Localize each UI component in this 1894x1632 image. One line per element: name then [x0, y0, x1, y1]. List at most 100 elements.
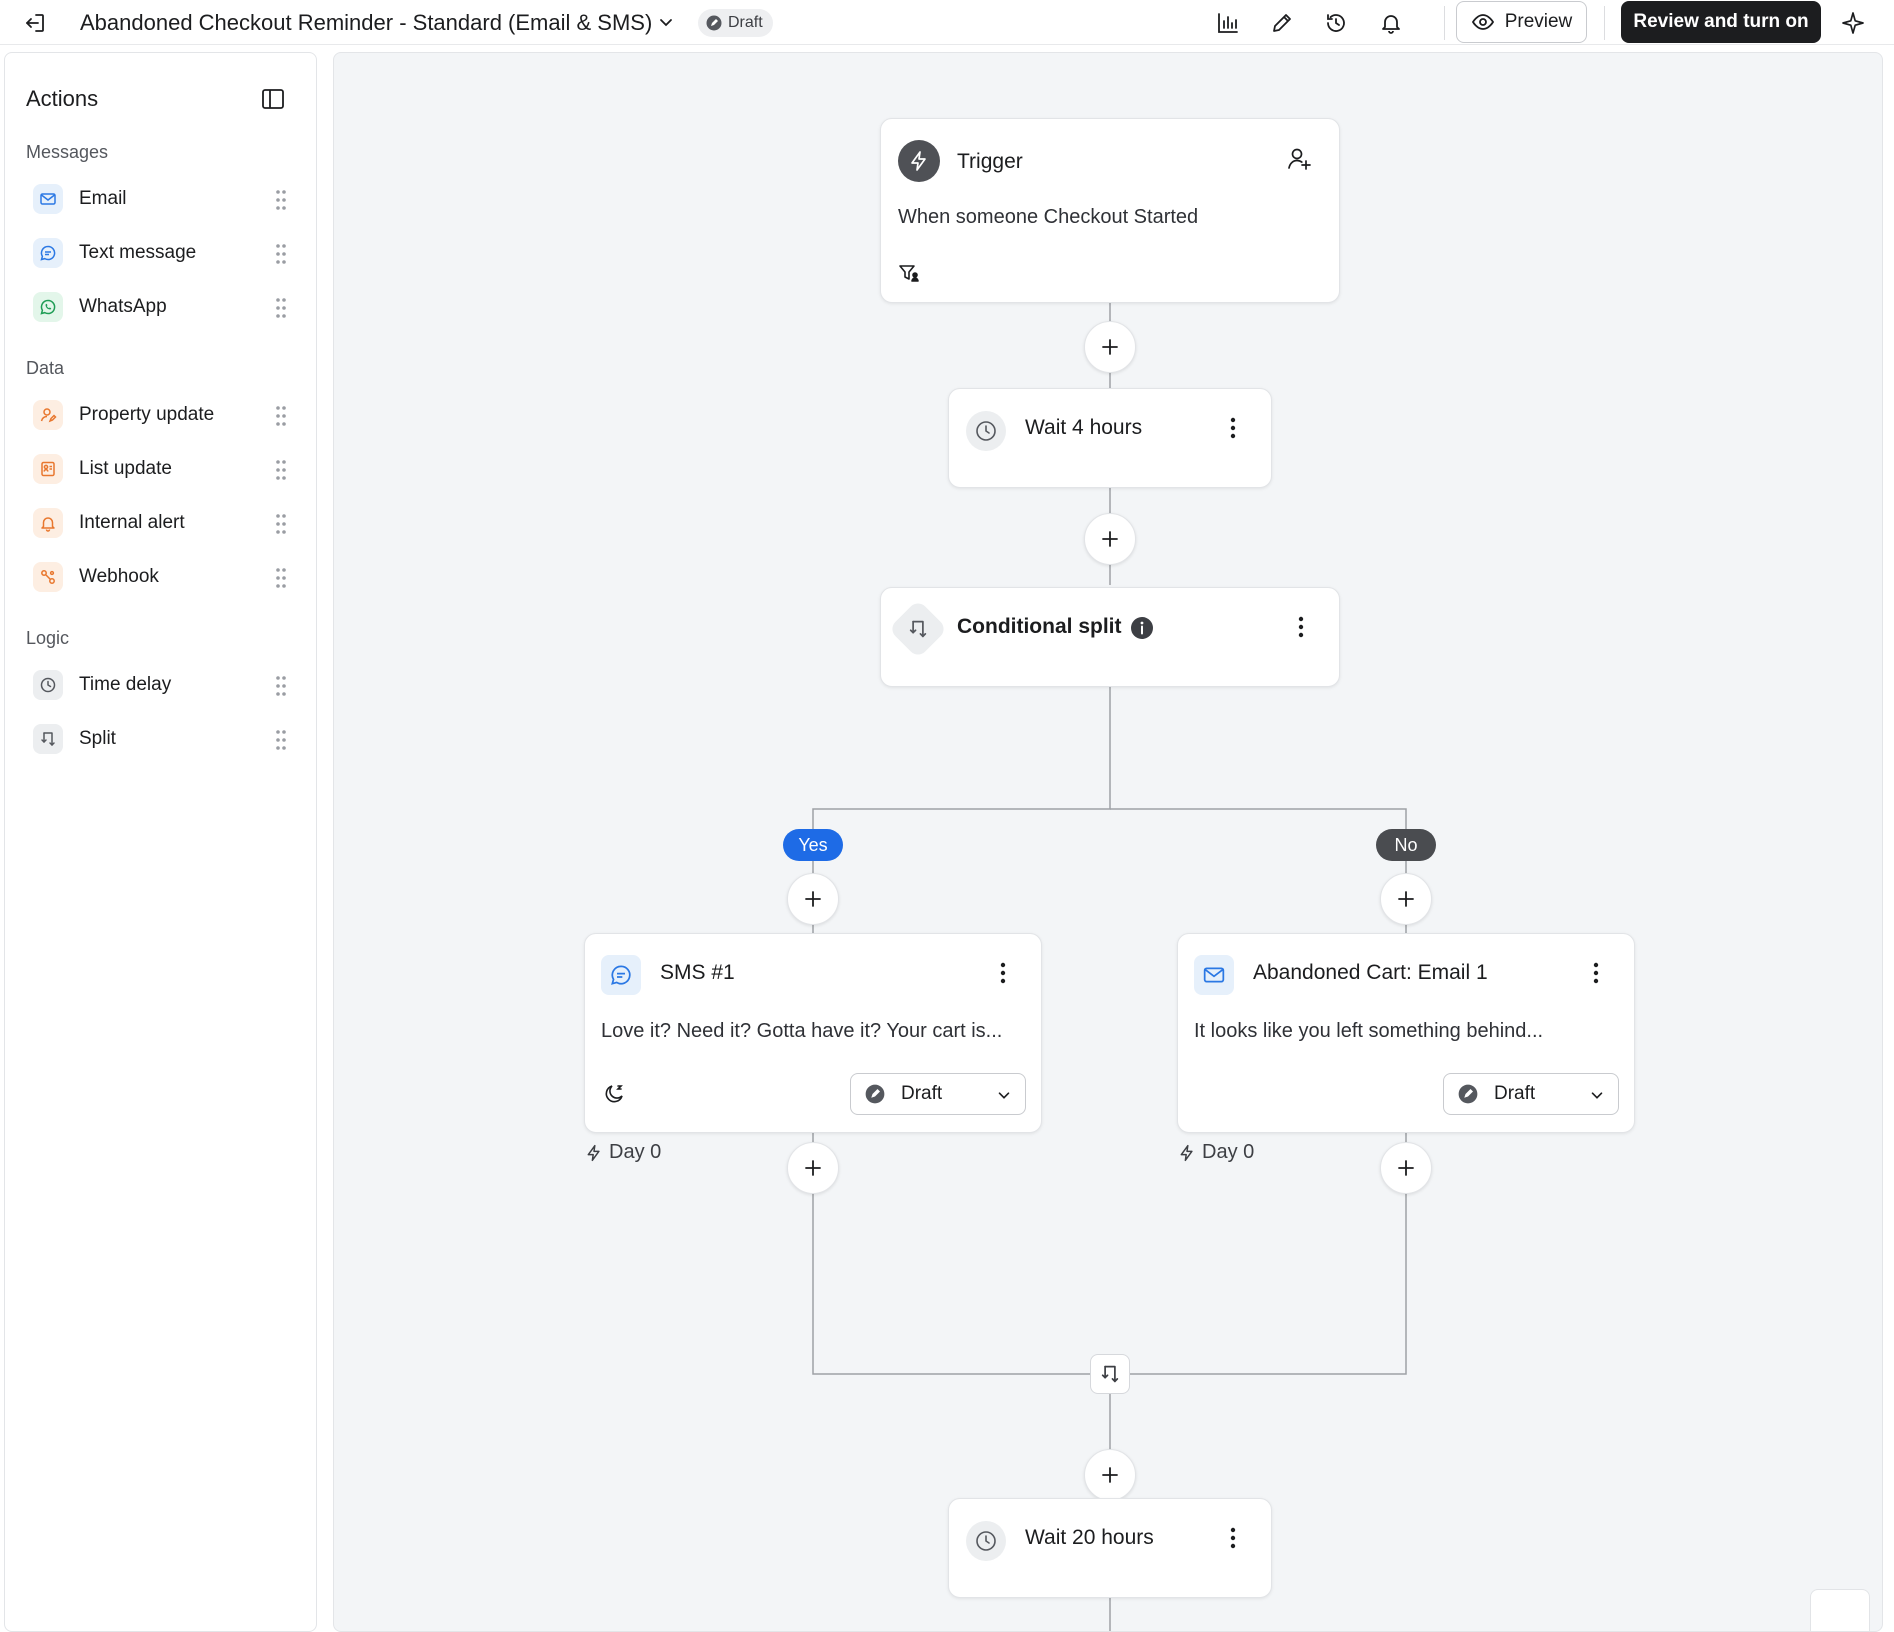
actions-sidebar: Actions Messages Email Text message What…	[4, 52, 317, 1632]
info-icon[interactable]	[1130, 616, 1154, 640]
drag-handle-icon[interactable]	[275, 567, 287, 589]
plus-icon	[1102, 339, 1118, 355]
eye-icon	[1471, 14, 1494, 30]
status-badge: Draft	[698, 9, 773, 37]
sidebar-item-list-update[interactable]: List update	[27, 448, 301, 490]
more-options-icon[interactable]	[1221, 414, 1245, 442]
plus-icon	[1398, 1160, 1414, 1176]
drag-handle-icon[interactable]	[275, 243, 287, 265]
sidebar-item-label: Email	[79, 188, 127, 209]
sidebar-item-label: WhatsApp	[79, 296, 167, 317]
draft-icon	[865, 1084, 885, 1104]
plus-icon	[805, 891, 821, 907]
sidebar-item-label: Split	[79, 728, 116, 749]
divider	[1444, 6, 1445, 40]
drag-handle-icon[interactable]	[275, 459, 287, 481]
conditional-split-card[interactable]: Conditional split	[880, 587, 1340, 687]
profile-filter-icon[interactable]	[898, 262, 920, 284]
top-bar: Abandoned Checkout Reminder - Standard (…	[0, 0, 1894, 45]
drag-handle-icon[interactable]	[275, 675, 287, 697]
sidebar-item-text-message[interactable]: Text message	[27, 232, 301, 274]
zoom-controls[interactable]	[1810, 1589, 1870, 1631]
drag-handle-icon[interactable]	[275, 405, 287, 427]
lightning-icon	[1180, 1144, 1193, 1161]
sidebar-item-property-update[interactable]: Property update	[27, 394, 301, 436]
email-message-card[interactable]: Abandoned Cart: Email 1 It looks like yo…	[1177, 933, 1635, 1133]
preview-button[interactable]: Preview	[1456, 1, 1587, 43]
sms-message-card[interactable]: SMS #1 Love it? Need it? Gotta have it? …	[584, 933, 1042, 1133]
wait-4-hours-card[interactable]: Wait 4 hours	[948, 388, 1272, 488]
day-label: Day 0	[1178, 1141, 1254, 1164]
more-options-icon[interactable]	[991, 959, 1015, 987]
add-step-button-no[interactable]	[1380, 873, 1432, 925]
clock-icon	[966, 411, 1006, 451]
flow-canvas[interactable]: Trigger When someone Checkout Started Wa…	[333, 52, 1883, 1632]
quiet-hours-icon[interactable]	[602, 1082, 626, 1106]
message-status-select[interactable]: Draft	[1443, 1073, 1619, 1115]
review-and-turn-on-button[interactable]: Review and turn on	[1621, 1, 1821, 43]
lightning-icon	[587, 1144, 600, 1161]
chevron-down-icon	[1591, 1092, 1603, 1099]
analytics-icon[interactable]	[1213, 8, 1243, 38]
more-options-icon[interactable]	[1221, 1524, 1245, 1552]
back-icon[interactable]	[20, 8, 50, 38]
history-icon[interactable]	[1321, 8, 1351, 38]
status-badge-label: Draft	[728, 14, 763, 31]
sidebar-item-label: Internal alert	[79, 512, 185, 533]
plus-icon	[1398, 891, 1414, 907]
status-select-value: Draft	[1494, 1083, 1536, 1104]
wait-20-hours-card[interactable]: Wait 20 hours	[948, 1498, 1272, 1598]
draft-icon	[706, 15, 722, 31]
flow-title[interactable]: Abandoned Checkout Reminder - Standard (…	[80, 10, 652, 36]
property-update-icon	[33, 400, 63, 430]
merge-node-icon[interactable]	[1090, 1354, 1130, 1394]
divider	[1604, 6, 1605, 40]
chevron-down-icon[interactable]	[656, 12, 676, 32]
clock-icon	[33, 670, 63, 700]
add-step-button[interactable]	[1084, 321, 1136, 373]
sidebar-toggle-icon[interactable]	[259, 85, 287, 113]
branch-no-label: No	[1376, 829, 1436, 861]
draft-icon	[1458, 1084, 1478, 1104]
webhook-icon	[33, 562, 63, 592]
trigger-description: When someone Checkout Started	[898, 206, 1199, 228]
split-icon	[33, 724, 63, 754]
add-step-button[interactable]	[1084, 513, 1136, 565]
sparkle-icon[interactable]	[1838, 8, 1868, 38]
drag-handle-icon[interactable]	[275, 729, 287, 751]
drag-handle-icon[interactable]	[275, 297, 287, 319]
sidebar-title: Actions	[26, 86, 99, 111]
add-step-button[interactable]	[1084, 1449, 1136, 1501]
add-person-icon[interactable]	[1285, 145, 1313, 173]
sidebar-item-split[interactable]: Split	[27, 718, 301, 760]
more-options-icon[interactable]	[1584, 959, 1608, 987]
sidebar-item-internal-alert[interactable]: Internal alert	[27, 502, 301, 544]
message-status-select[interactable]: Draft	[850, 1073, 1026, 1115]
add-step-button-yes[interactable]	[787, 1142, 839, 1194]
sidebar-item-label: Time delay	[79, 674, 172, 695]
edit-icon[interactable]	[1267, 8, 1297, 38]
email-preview-text: It looks like you left something behind.…	[1194, 1020, 1544, 1042]
email-icon	[33, 184, 63, 214]
status-select-value: Draft	[901, 1083, 943, 1104]
add-step-button-no[interactable]	[1380, 1142, 1432, 1194]
branch-yes-label: Yes	[783, 829, 843, 861]
sms-title: SMS #1	[660, 961, 735, 984]
sidebar-item-time-delay[interactable]: Time delay	[27, 664, 301, 706]
add-step-button-yes[interactable]	[787, 873, 839, 925]
email-icon	[1194, 955, 1234, 995]
text-message-icon	[33, 238, 63, 268]
section-messages: Messages	[26, 142, 109, 162]
more-options-icon[interactable]	[1289, 613, 1313, 641]
drag-handle-icon[interactable]	[275, 189, 287, 211]
trigger-card[interactable]: Trigger When someone Checkout Started	[880, 118, 1340, 303]
sidebar-item-email[interactable]: Email	[27, 178, 301, 220]
lightning-icon	[898, 140, 940, 182]
sidebar-item-whatsapp[interactable]: WhatsApp	[27, 286, 301, 328]
drag-handle-icon[interactable]	[275, 513, 287, 535]
day-label-text: Day 0	[1202, 1141, 1255, 1163]
notifications-icon[interactable]	[1376, 8, 1406, 38]
day-label: Day 0	[585, 1141, 661, 1164]
bell-icon	[33, 508, 63, 538]
sidebar-item-webhook[interactable]: Webhook	[27, 556, 301, 598]
